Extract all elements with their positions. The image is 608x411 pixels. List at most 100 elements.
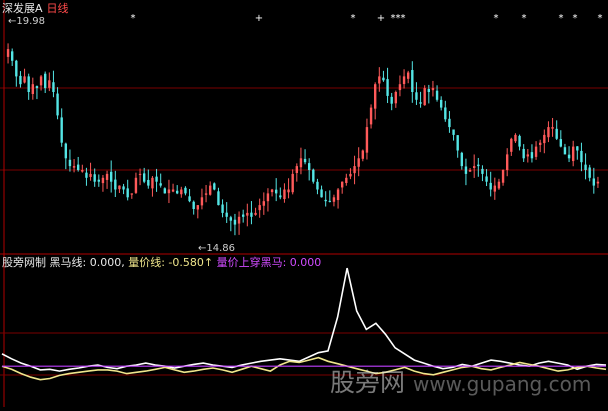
candle — [481, 165, 484, 182]
candle-body — [501, 170, 505, 183]
candle-body — [64, 143, 68, 159]
candle-body — [530, 152, 534, 159]
candle — [510, 137, 513, 156]
candle-body — [328, 200, 332, 202]
candle — [23, 68, 26, 84]
chart-canvas[interactable]: * + * + * * * * * * * * — [0, 0, 608, 407]
candle-body — [279, 195, 282, 198]
low-price-label: ←14.86 — [198, 243, 236, 254]
candle-body — [138, 173, 142, 175]
candle-body — [142, 173, 146, 182]
candle — [208, 181, 212, 196]
candle-body — [48, 80, 51, 88]
candle-body — [493, 185, 497, 192]
candle-body — [19, 75, 22, 85]
period-label[interactable]: 日线 — [47, 2, 69, 15]
candle — [369, 104, 373, 129]
candle — [101, 175, 105, 192]
candle — [109, 160, 113, 193]
candle — [514, 133, 517, 143]
candle — [196, 205, 200, 219]
candle — [279, 187, 282, 200]
candle — [340, 181, 344, 194]
candle — [530, 144, 534, 163]
candle-body — [27, 76, 30, 92]
candle — [452, 129, 455, 141]
candle-body — [592, 178, 596, 186]
candle — [266, 188, 270, 212]
candle-body — [208, 185, 212, 195]
candle — [250, 201, 253, 225]
candle-body — [266, 193, 270, 202]
candle — [200, 188, 204, 210]
candle-body — [250, 212, 253, 217]
heima-line — [1, 267, 607, 372]
candle — [105, 170, 109, 189]
candle — [171, 183, 175, 193]
candle — [188, 189, 191, 203]
candle — [398, 75, 402, 97]
cross-signal-value: 量价上穿黑马: 0.000 — [216, 256, 322, 269]
candle — [406, 70, 410, 84]
candle — [118, 185, 121, 193]
candle-body — [180, 189, 183, 195]
candle — [439, 96, 443, 111]
candle-body — [225, 212, 228, 217]
watermark-cn: 股旁网 — [330, 368, 406, 397]
candle — [81, 164, 84, 173]
candle-body — [303, 158, 307, 163]
candle — [386, 67, 389, 104]
candle — [464, 158, 468, 186]
candle-body — [307, 163, 311, 170]
candle — [497, 178, 501, 190]
candle-body — [394, 92, 398, 104]
candle-body — [448, 118, 451, 128]
candle — [258, 198, 261, 218]
candle — [147, 169, 150, 189]
candle — [163, 187, 167, 194]
candle-body — [101, 177, 105, 184]
candle — [126, 179, 129, 201]
candle-body — [287, 189, 290, 193]
candle-body — [56, 93, 59, 116]
signal-marker: * — [494, 13, 499, 24]
candle — [114, 170, 117, 197]
candle-body — [159, 183, 162, 186]
candle — [332, 194, 336, 207]
watermark-url: www.gupang.com — [412, 372, 592, 396]
candle — [320, 185, 323, 198]
candle — [241, 209, 245, 223]
candle — [328, 190, 332, 203]
candle-body — [580, 150, 583, 163]
signal-marker: * — [401, 13, 406, 24]
candle-body — [274, 189, 278, 194]
candle-body — [357, 158, 360, 167]
candle-body — [543, 134, 546, 144]
candle-body — [551, 127, 554, 129]
candle — [52, 70, 55, 98]
candle-body — [241, 214, 245, 217]
candle — [217, 187, 220, 206]
candle-body — [378, 76, 381, 84]
candle — [167, 179, 171, 204]
candle — [394, 90, 398, 108]
signal-marker: * — [131, 13, 136, 24]
candle — [423, 85, 426, 106]
candle — [505, 148, 509, 177]
candle-body — [237, 216, 241, 224]
candle-body — [369, 107, 373, 125]
candle — [555, 120, 558, 141]
candle-body — [353, 166, 356, 174]
candle-body — [518, 135, 521, 147]
candle-body — [373, 84, 377, 109]
candle-body — [6, 49, 10, 57]
candle — [390, 92, 393, 111]
candle-body — [439, 99, 443, 108]
candle — [448, 111, 451, 133]
candle — [493, 177, 497, 200]
candle — [345, 173, 348, 186]
candle-body — [534, 146, 538, 157]
candle — [522, 144, 525, 162]
candle — [130, 193, 134, 199]
candle-body — [35, 86, 39, 89]
